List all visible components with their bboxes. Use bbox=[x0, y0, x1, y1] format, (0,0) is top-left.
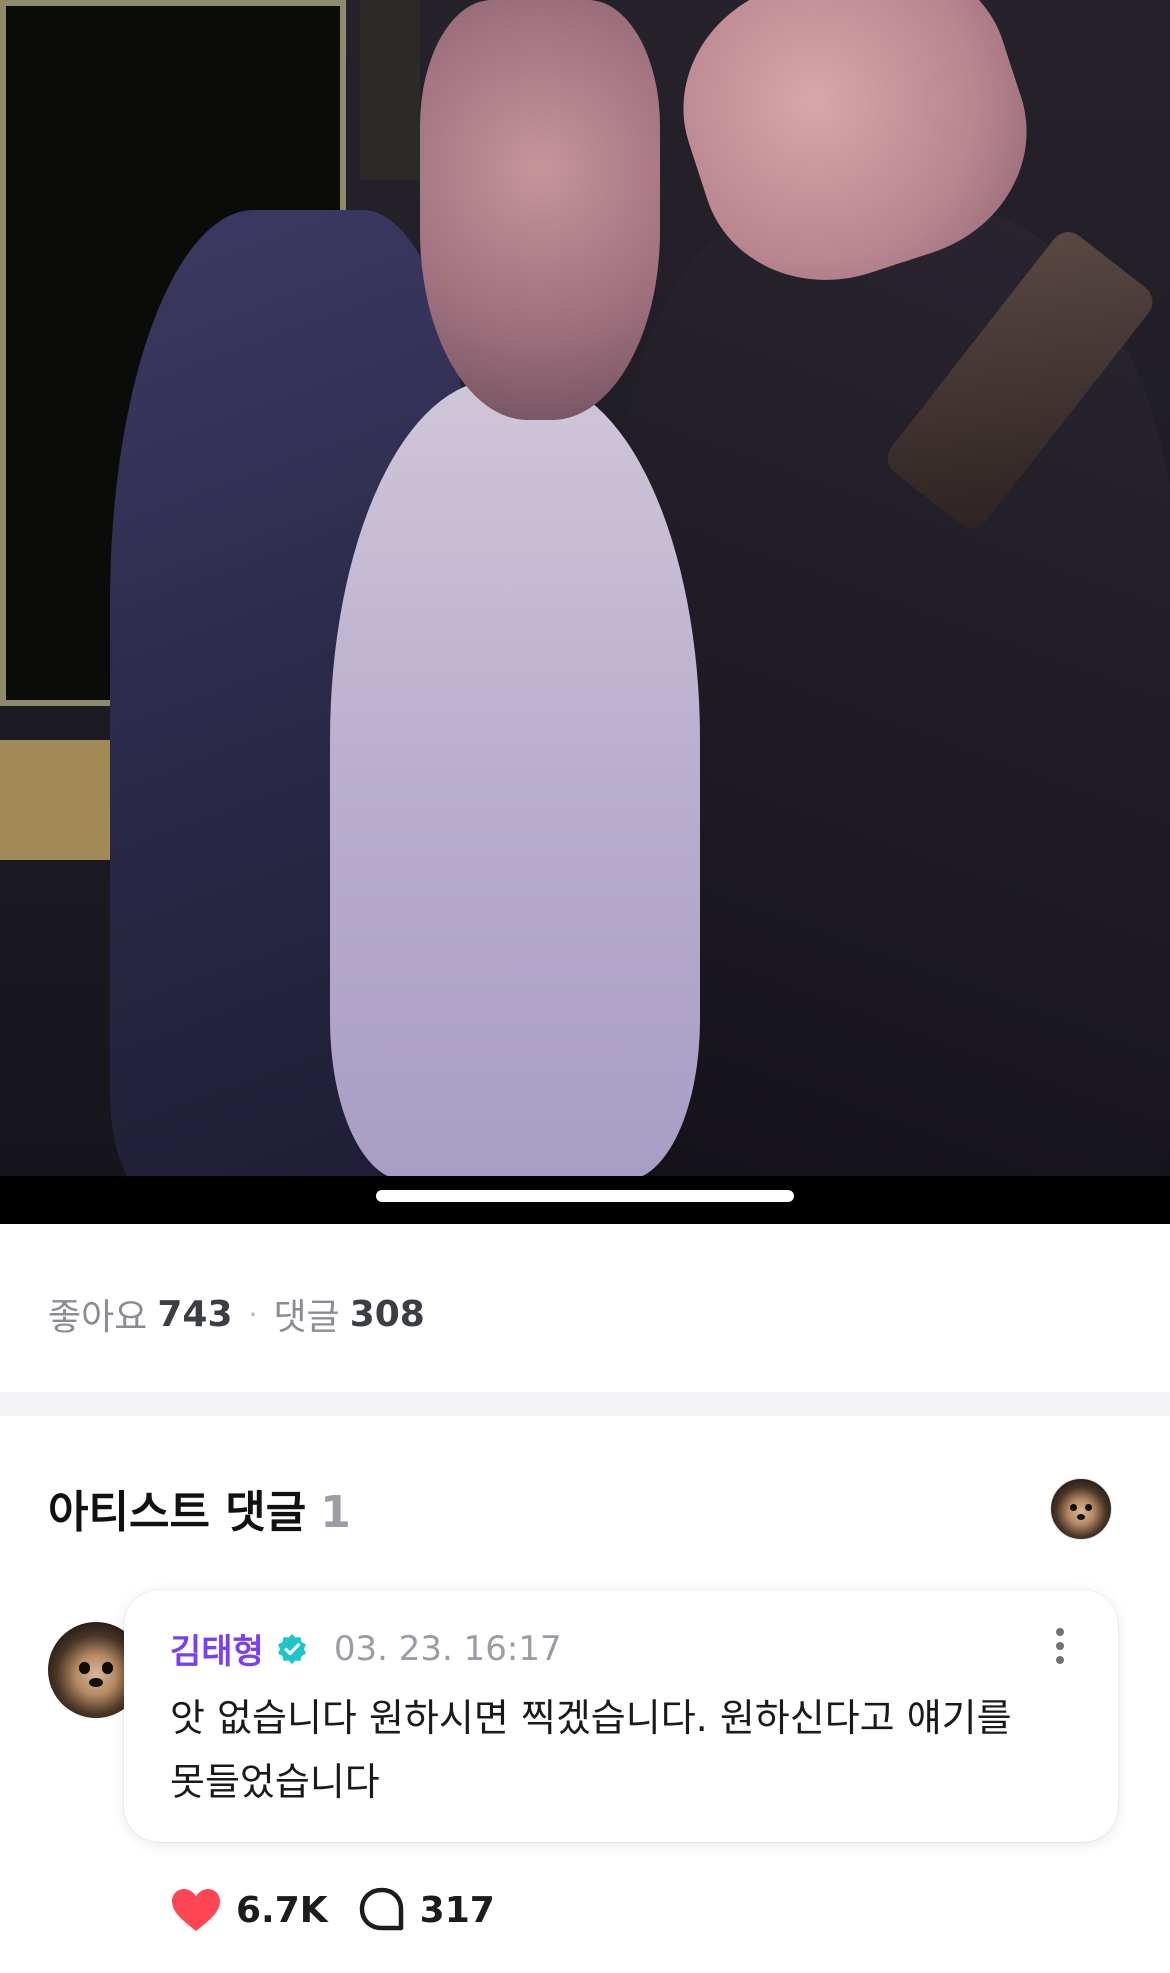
likes-count[interactable]: 743 bbox=[157, 1294, 232, 1335]
comments-count[interactable]: 308 bbox=[350, 1294, 425, 1335]
comment-bubble[interactable]: 김태형 03. 23. 16:17 앗 없습니다 원하시면 찍겠습니다. 원하신… bbox=[124, 1590, 1118, 1842]
heart-icon[interactable] bbox=[170, 1887, 222, 1933]
stats-separator: · bbox=[248, 1297, 258, 1331]
comment-like-count: 6.7K bbox=[236, 1889, 328, 1931]
artist-avatar-small[interactable] bbox=[1050, 1478, 1112, 1540]
comment-timestamp: 03. 23. 16:17 bbox=[333, 1628, 562, 1669]
post-photo[interactable] bbox=[0, 0, 1170, 1176]
artist-comments-title: 아티스트 댓글 1 bbox=[48, 1476, 351, 1540]
more-vertical-icon-dot bbox=[1056, 1656, 1064, 1664]
artist-comments-count: 1 bbox=[320, 1487, 351, 1538]
comment-text: 앗 없습니다 원하시면 찍겠습니다. 원하신다고 얘기를 못들었습니다 bbox=[170, 1696, 1012, 1804]
section-divider bbox=[0, 1392, 1170, 1416]
comment-header: 김태형 03. 23. 16:17 bbox=[170, 1624, 562, 1673]
post-stats: 좋아요 743 · 댓글 308 bbox=[48, 1288, 425, 1340]
comment-reply-count: 317 bbox=[419, 1889, 495, 1931]
verified-badge-icon bbox=[277, 1633, 306, 1664]
likes-label: 좋아요 bbox=[48, 1297, 148, 1338]
artist-comments-label: 아티스트 댓글 bbox=[48, 1487, 307, 1538]
comment-author-name[interactable]: 김태형 bbox=[170, 1624, 264, 1673]
comment-actions: 6.7K 317 bbox=[170, 1886, 495, 1934]
more-options-button[interactable] bbox=[1040, 1620, 1080, 1672]
comment-bubble-icon[interactable] bbox=[358, 1886, 406, 1934]
more-vertical-icon-dot bbox=[1056, 1642, 1064, 1650]
comments-label: 댓글 bbox=[273, 1297, 340, 1338]
more-vertical-icon bbox=[1056, 1628, 1064, 1636]
home-indicator[interactable] bbox=[376, 1190, 794, 1202]
home-indicator-area bbox=[0, 1176, 1170, 1224]
